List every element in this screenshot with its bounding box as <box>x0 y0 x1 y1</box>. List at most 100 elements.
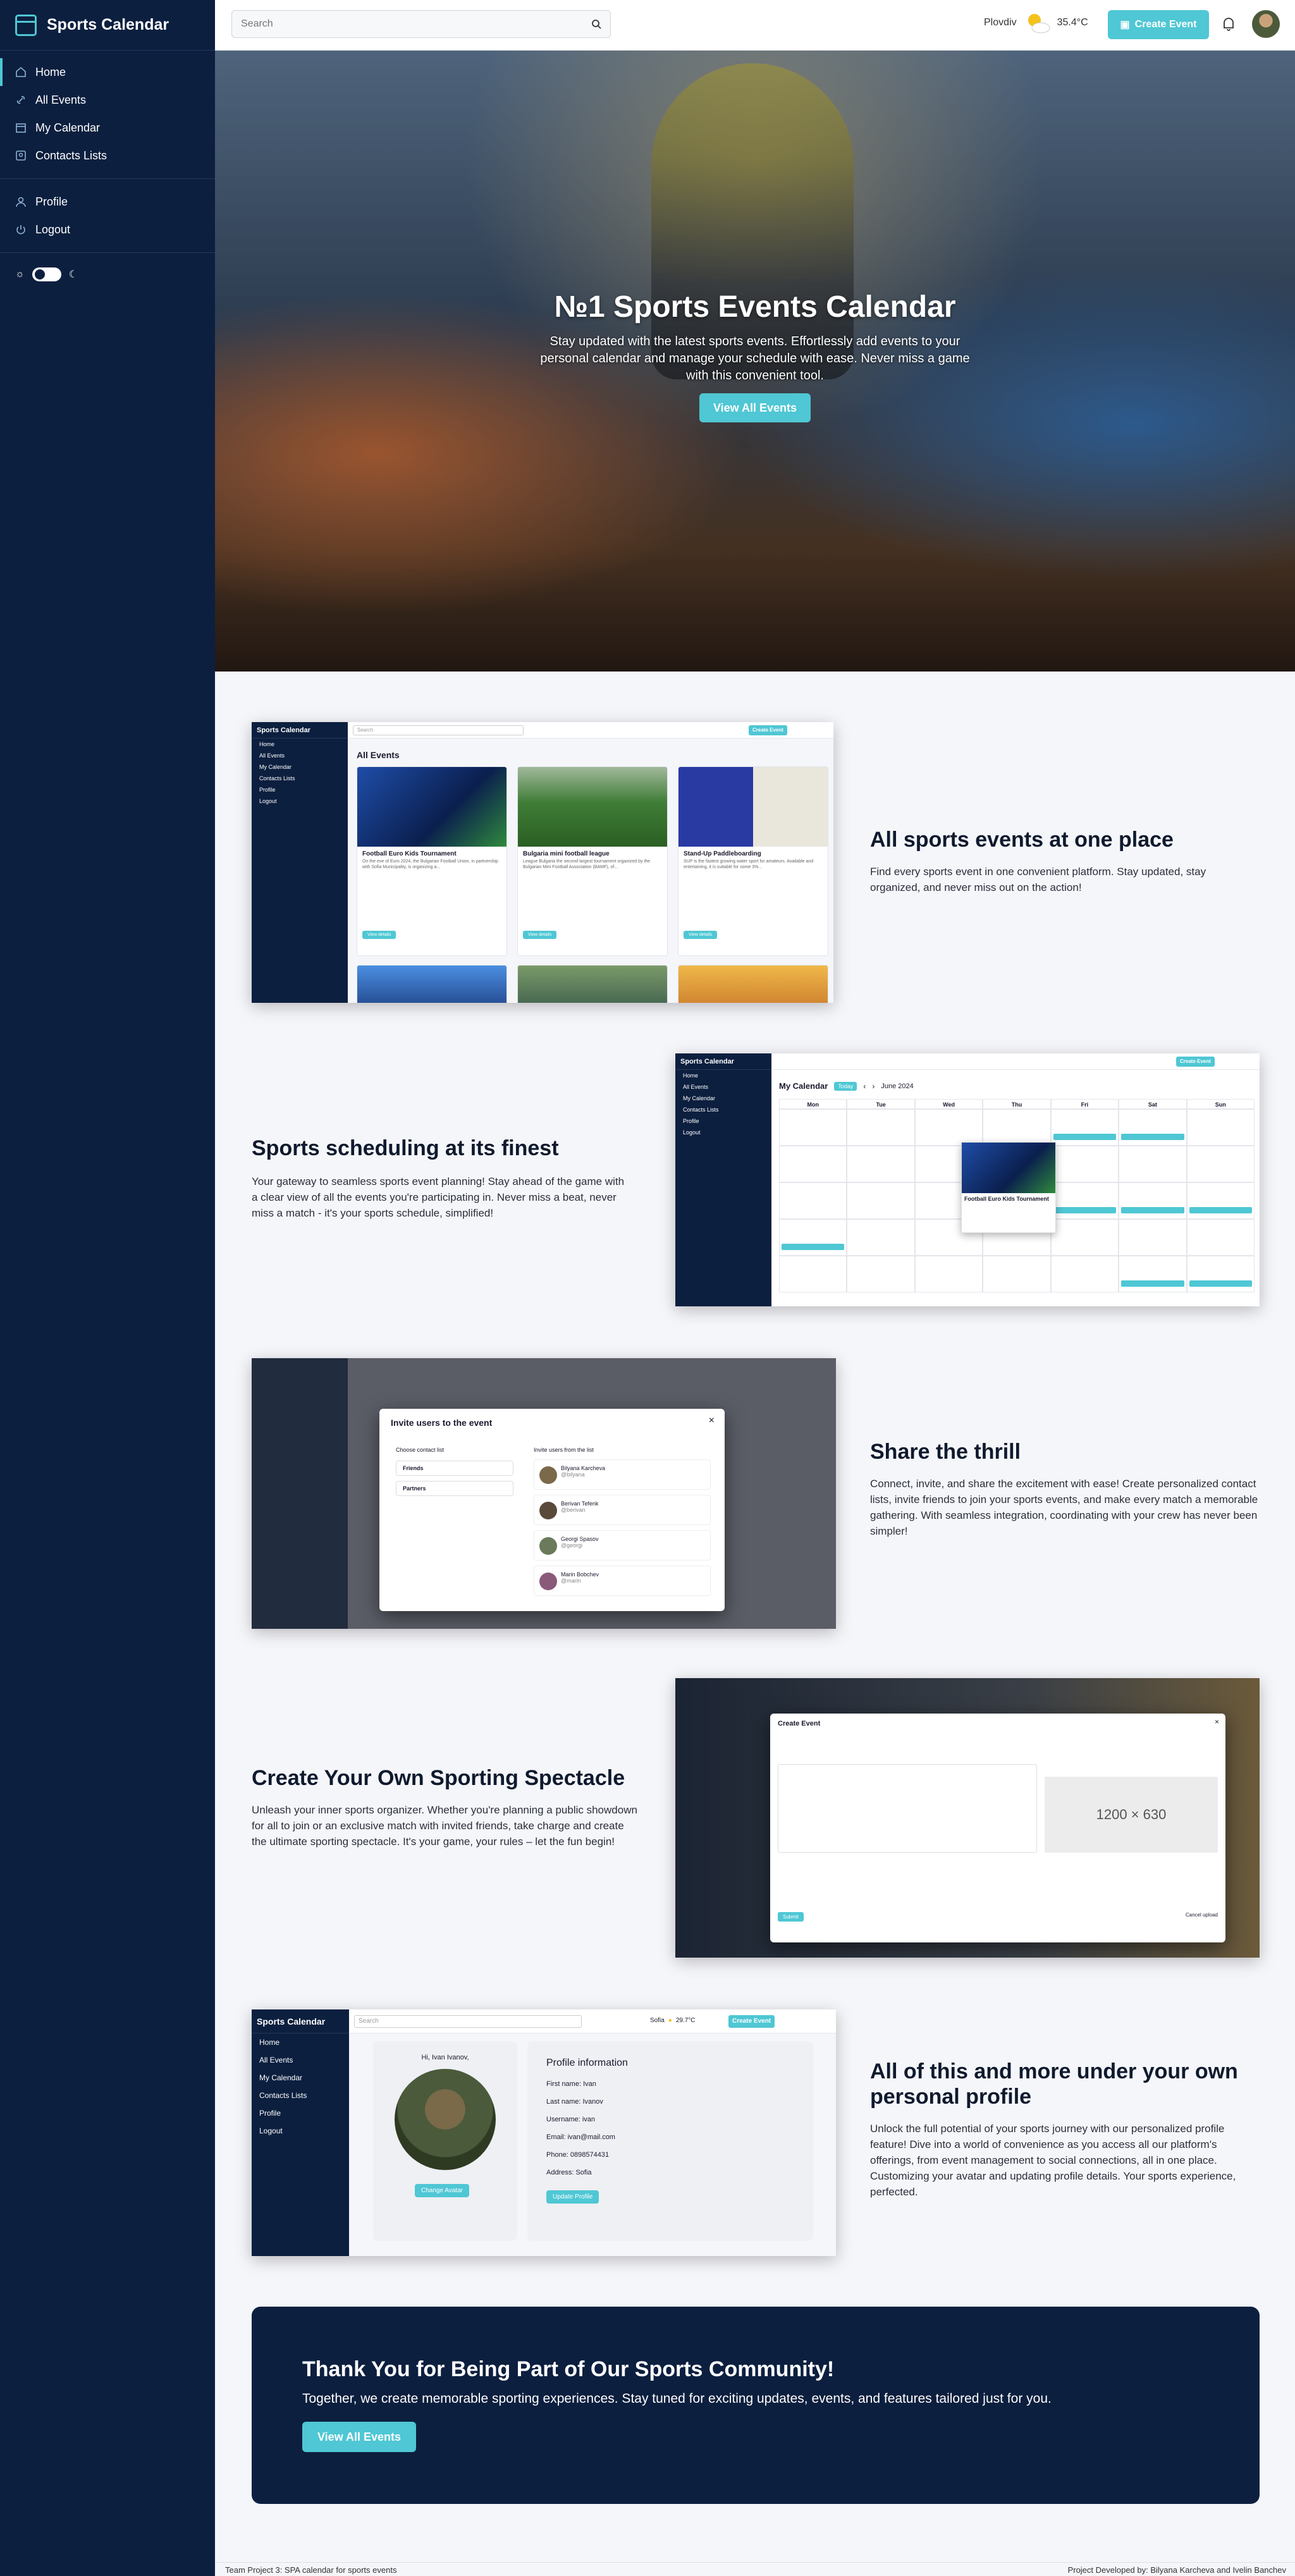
weather-temperature: 29.7°C <box>675 2017 696 2024</box>
calendar-day <box>1050 1109 1119 1146</box>
user-handle: @berivan <box>561 1507 586 1513</box>
mini-topbar: Search Create Event <box>348 722 833 739</box>
partly-cloudy-icon <box>1028 14 1050 34</box>
calendar-event <box>1121 1134 1184 1140</box>
calendar-day <box>779 1146 847 1182</box>
contact-list-item: Partners <box>396 1481 513 1496</box>
mini-nav-item: Profile <box>259 787 276 793</box>
event-card: Bulgaria mini football league League Bul… <box>517 766 668 956</box>
weekday-header: Mon <box>779 1099 847 1109</box>
sidebar-item-profile[interactable]: Profile <box>0 188 215 216</box>
update-profile-button: Update Profile <box>546 2190 599 2204</box>
event-card-image <box>357 767 506 847</box>
hero-title: №1 Sports Events Calendar <box>554 290 956 324</box>
mini-topbar: Create Event <box>771 1053 1260 1070</box>
mini-nav-item: Contacts Lists <box>259 2091 307 2100</box>
search-input[interactable] <box>241 18 591 30</box>
event-card-title: Football Euro Kids Tournament <box>362 850 457 857</box>
footer: Team Project 3: SPA calendar for sports … <box>215 2562 1295 2576</box>
divider <box>0 178 215 179</box>
event-card-title: Stand-Up Paddleboarding <box>684 850 761 857</box>
feature-description: Unleash your inner sports organizer. Whe… <box>252 1804 637 1848</box>
event-card: Stand-Up Paddleboarding SUP is the faste… <box>678 766 828 956</box>
sun-icon: ☼ <box>15 269 25 279</box>
user-row: Georgi Spasov @georgi <box>534 1530 711 1561</box>
theme-toggle[interactable] <box>32 267 61 281</box>
feature-screenshot-all-events: Sports Calendar Home All Events My Calen… <box>252 722 833 1003</box>
mini-nav-item: Logout <box>259 798 277 804</box>
calendar-event <box>1121 1207 1184 1213</box>
user-name: Marin Bobchev <box>561 1571 599 1578</box>
calendar-day <box>1119 1219 1187 1256</box>
avatar <box>539 1502 557 1519</box>
feature-description: Unlock the full potential of your sports… <box>870 2123 1236 2198</box>
calendar-day <box>1186 1256 1255 1292</box>
weekday-header: Fri <box>1050 1099 1119 1109</box>
mini-create-button: Create Event <box>749 725 787 735</box>
view-all-events-button[interactable]: View All Events <box>699 393 811 422</box>
calendar-event <box>1189 1207 1252 1213</box>
avatar[interactable] <box>1252 10 1280 38</box>
avatar <box>539 1466 557 1484</box>
event-card <box>357 965 507 1003</box>
calendar-icon <box>15 14 37 36</box>
cta-view-all-events-button[interactable]: View All Events <box>302 2422 417 2452</box>
contact-lists-label: Choose contact list <box>396 1447 445 1453</box>
sidebar-item-label: All Events <box>35 93 87 106</box>
footer-project: Team Project 3: SPA calendar for sports … <box>225 2565 397 2575</box>
brand[interactable]: Sports Calendar <box>0 0 215 51</box>
cta-title: Thank You for Being Part of Our Sports C… <box>302 2357 835 2381</box>
search-icon[interactable] <box>591 19 601 29</box>
mini-brand: Sports Calendar <box>252 2009 349 2033</box>
mini-nav-item: Profile <box>683 1118 699 1124</box>
calendar-day <box>983 1256 1051 1292</box>
user-name: Georgi Spasov <box>561 1536 599 1542</box>
user-name: Bilyana Karcheva <box>561 1465 606 1471</box>
profile-info-title: Profile information <box>546 2058 628 2068</box>
weather-city: Plovdiv <box>984 17 1017 28</box>
bell-icon[interactable] <box>1222 16 1236 32</box>
sidebar-item-logout[interactable]: Logout <box>0 216 215 243</box>
event-card <box>517 965 668 1003</box>
mini-nav-item: My Calendar <box>683 1095 716 1101</box>
profile-field: Email: ivan@mail.com <box>546 2133 615 2141</box>
mini-sidebar: Sports Calendar Home All Events My Calen… <box>252 2009 349 2256</box>
app-root: Sports Calendar Home All Events My Calen… <box>0 0 1295 2576</box>
sidebar-item-home[interactable]: Home <box>0 58 215 86</box>
event-popup-title: Football Euro Kids Tournament <box>964 1196 1049 1202</box>
feature-description: Find every sports event in one convenien… <box>870 866 1206 893</box>
sidebar-item-all-events[interactable]: All Events <box>0 86 215 114</box>
sidebar-item-label: Profile <box>35 195 68 208</box>
sidebar: Sports Calendar Home All Events My Calen… <box>0 0 215 2576</box>
sidebar-item-label: Logout <box>35 223 71 236</box>
mini-nav-item: Home <box>683 1072 699 1079</box>
calendar-day <box>1050 1256 1119 1292</box>
sidebar-item-contacts-lists[interactable]: Contacts Lists <box>0 142 215 169</box>
close-icon: × <box>1214 1717 1219 1726</box>
sidebar-item-label: Contacts Lists <box>35 149 107 162</box>
calendar-day <box>1186 1182 1255 1219</box>
calendar-day <box>1119 1146 1187 1182</box>
calendar-day <box>847 1146 915 1182</box>
image-placeholder: 1200 × 630 <box>1045 1777 1218 1853</box>
create-event-button[interactable]: ▣ Create Event <box>1108 10 1209 39</box>
view-details-button: View details <box>523 931 557 939</box>
calendar-toolbar: My Calendar Today ‹ › June 2024 <box>779 1081 914 1091</box>
mini-nav-item: All Events <box>259 752 285 759</box>
mini-sidebar <box>252 1358 348 1629</box>
calendar-day <box>847 1182 915 1219</box>
sidebar-item-my-calendar[interactable]: My Calendar <box>0 114 215 142</box>
mini-nav-item: Logout <box>683 1129 701 1136</box>
calendar-day <box>779 1109 847 1146</box>
avatar-panel: Hi, Ivan Ivanov, Change Avatar <box>373 2041 517 2241</box>
event-card <box>678 965 828 1003</box>
hero-content: №1 Sports Events Calendar Stay updated w… <box>215 290 1295 422</box>
user-row: Marin Bobchev @marin <box>534 1566 711 1596</box>
weekday-header: Thu <box>983 1099 1051 1109</box>
mini-nav-item: All Events <box>259 2056 293 2064</box>
weekday-header: Sat <box>1119 1099 1187 1109</box>
event-card-image <box>518 767 667 847</box>
user-row: Berivan Tefenk @berivan <box>534 1495 711 1525</box>
profile-field: Last name: Ivanov <box>546 2098 603 2106</box>
calendar-plus-icon: ▣ <box>1120 20 1130 30</box>
